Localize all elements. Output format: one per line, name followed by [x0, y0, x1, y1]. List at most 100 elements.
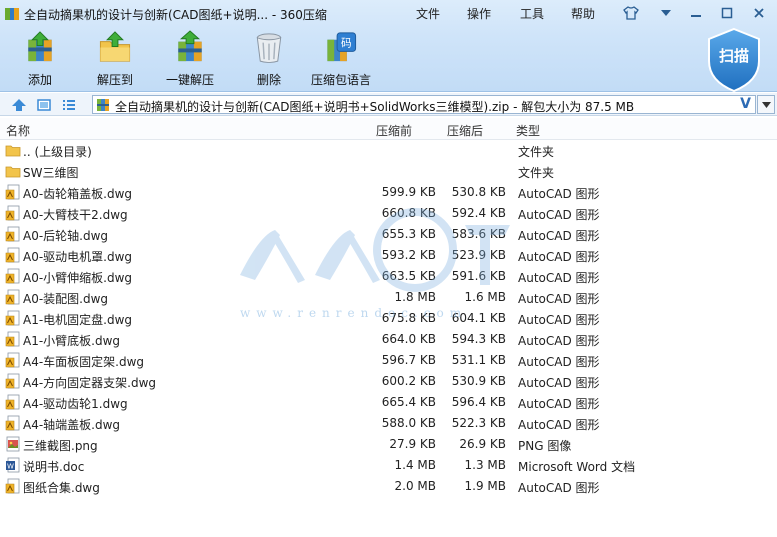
file-type: 文件夹 — [518, 166, 555, 180]
file-type: 文件夹 — [518, 145, 555, 159]
menu-file[interactable]: 文件 — [416, 5, 440, 22]
file-row[interactable]: A0-齿轮箱盖板.dwg 599.9 KB 530.8 KB AutoCAD 图形 — [0, 182, 777, 203]
doc-file-icon: W — [6, 457, 20, 473]
file-type: AutoCAD 图形 — [518, 271, 600, 285]
file-row[interactable]: .. (上级目录) 文件夹 — [0, 140, 777, 161]
scan-button[interactable]: 扫描 — [705, 27, 763, 93]
window-title: 全自动摘果机的设计与创新(CAD图纸+说明... - 360压缩 — [24, 8, 327, 22]
file-name: A4-驱动齿轮1.dwg — [23, 397, 128, 411]
svg-text:码: 码 — [341, 37, 352, 50]
file-name: A0-驱动电机罩.dwg — [23, 250, 133, 264]
file-name: 图纸合集.dwg — [23, 481, 100, 495]
path-dropdown-button[interactable] — [757, 95, 775, 114]
file-row[interactable]: A4-方向固定器支架.dwg 600.2 KB 530.9 KB AutoCAD 图形 — [0, 371, 777, 392]
menu-help[interactable]: 帮助 — [571, 5, 595, 22]
file-type: AutoCAD 图形 — [518, 187, 600, 201]
dwg-file-icon — [5, 394, 20, 410]
extract-to-button[interactable]: 解压到 — [97, 30, 133, 88]
menu-operation[interactable]: 操作 — [467, 5, 491, 22]
file-row[interactable]: A0-后轮轴.dwg 655.3 KB 583.6 KB AutoCAD 图形 — [0, 224, 777, 245]
folder-icon — [5, 166, 21, 178]
packed-size: 660.8 KB — [381, 206, 436, 220]
app-icon — [5, 8, 19, 20]
trash-icon — [256, 33, 282, 64]
add-label: 添加 — [27, 73, 52, 87]
up-arrow-icon[interactable] — [11, 97, 27, 113]
file-row[interactable]: A0-小臂伸缩板.dwg 663.5 KB 591.6 KB AutoCAD 图形 — [0, 266, 777, 287]
file-type: AutoCAD 图形 — [518, 250, 600, 264]
packed-size: 600.2 KB — [381, 374, 436, 388]
file-row[interactable]: 图纸合集.dwg 2.0 MB 1.9 MB AutoCAD 图形 — [0, 476, 777, 497]
original-size: 531.1 KB — [451, 353, 506, 367]
packed-size: 1.4 MB — [394, 458, 436, 472]
dwg-file-icon — [5, 352, 20, 368]
maximize-icon[interactable] — [714, 3, 740, 23]
one-click-extract-button[interactable]: 一键解压 — [166, 30, 214, 88]
packed-size: 665.4 KB — [381, 395, 436, 409]
packed-size: 1.8 MB — [394, 290, 436, 304]
file-name: A4-轴端盖板.dwg — [23, 418, 121, 432]
file-row[interactable]: A0-装配图.dwg 1.8 MB 1.6 MB AutoCAD 图形 — [0, 287, 777, 308]
original-size: 594.3 KB — [451, 332, 506, 346]
file-name: A0-齿轮箱盖板.dwg — [23, 187, 133, 201]
file-type: AutoCAD 图形 — [518, 208, 600, 222]
chevron-down-icon — [761, 101, 771, 108]
skin-shirt-icon[interactable] — [618, 3, 644, 23]
delete-button[interactable]: 删除 — [251, 30, 287, 88]
archive-language-button[interactable]: 码 压缩包语言 — [311, 30, 371, 88]
menu-tools[interactable]: 工具 — [520, 5, 544, 22]
extract-to-label: 解压到 — [97, 73, 134, 87]
file-row[interactable]: A1-电机固定盘.dwg 675.8 KB 604.1 KB AutoCAD 图形 — [0, 308, 777, 329]
file-list-header: 名称 压缩前 压缩后 类型 — [0, 118, 777, 140]
file-name: A4-方向固定器支架.dwg — [23, 376, 157, 390]
dwg-file-icon — [5, 373, 20, 389]
scan-label: 扫描 — [718, 47, 749, 65]
dwg-file-icon — [5, 289, 20, 305]
add-button[interactable]: 添加 — [22, 30, 58, 88]
file-row[interactable]: A4-轴端盖板.dwg 588.0 KB 522.3 KB AutoCAD 图形 — [0, 413, 777, 434]
one-click-extract-label: 一键解压 — [166, 73, 215, 87]
list-view-icon[interactable] — [61, 97, 77, 113]
file-name: 三维截图.png — [23, 439, 98, 453]
column-name[interactable]: 名称 — [6, 122, 30, 139]
file-row[interactable]: A1-小臂底板.dwg 664.0 KB 594.3 KB AutoCAD 图形 — [0, 329, 777, 350]
column-type[interactable]: 类型 — [516, 122, 540, 139]
file-type: Microsoft Word 文档 — [518, 460, 636, 474]
file-row[interactable]: A4-车面板固定架.dwg 596.7 KB 531.1 KB AutoCAD 图形 — [0, 350, 777, 371]
archive-path-field[interactable]: 全自动摘果机的设计与创新(CAD图纸+说明书+SolidWorks三维模型).z… — [92, 95, 756, 114]
original-size: 530.8 KB — [451, 185, 506, 199]
original-size: 1.6 MB — [464, 290, 506, 304]
verify-mark-icon[interactable]: V — [740, 96, 751, 112]
original-size: 1.9 MB — [464, 479, 506, 493]
original-size: 604.1 KB — [451, 311, 506, 325]
file-row[interactable]: SW三维图 文件夹 — [0, 161, 777, 182]
packed-size: 599.9 KB — [381, 185, 436, 199]
file-name: A1-电机固定盘.dwg — [23, 313, 133, 327]
file-name: A4-车面板固定架.dwg — [23, 355, 145, 369]
dwg-file-icon — [5, 310, 20, 326]
file-row[interactable]: 三维截图.png 27.9 KB 26.9 KB PNG 图像 — [0, 434, 777, 455]
dwg-file-icon — [5, 331, 20, 347]
column-packed-size[interactable]: 压缩前 — [376, 122, 412, 139]
png-file-icon — [6, 436, 20, 452]
minimize-icon[interactable] — [683, 3, 709, 23]
menu-dropdown-icon[interactable] — [653, 3, 679, 23]
address-bar: 全自动摘果机的设计与创新(CAD图纸+说明书+SolidWorks三维模型).z… — [0, 93, 777, 116]
file-row[interactable]: A4-驱动齿轮1.dwg 665.4 KB 596.4 KB AutoCAD 图形 — [0, 392, 777, 413]
file-row[interactable]: W 说明书.doc 1.4 MB 1.3 MB Microsoft Word 文档 — [0, 455, 777, 476]
column-original-size[interactable]: 压缩后 — [447, 122, 483, 139]
file-row[interactable]: A0-大臂枝干2.dwg 660.8 KB 592.4 KB AutoCAD 图形 — [0, 203, 777, 224]
original-size: 596.4 KB — [451, 395, 506, 409]
thumbnail-view-icon[interactable] — [36, 97, 52, 113]
original-size: 1.3 MB — [464, 458, 506, 472]
archive-language-label: 压缩包语言 — [311, 73, 372, 87]
file-name: A0-大臂枝干2.dwg — [23, 208, 128, 222]
file-type: AutoCAD 图形 — [518, 334, 600, 348]
archive-path-text: 全自动摘果机的设计与创新(CAD图纸+说明书+SolidWorks三维模型).z… — [115, 100, 635, 114]
packed-size: 675.8 KB — [381, 311, 436, 325]
close-icon[interactable] — [746, 3, 772, 23]
file-type: AutoCAD 图形 — [518, 376, 600, 390]
packed-size: 593.2 KB — [381, 248, 436, 262]
original-size: 530.9 KB — [451, 374, 506, 388]
file-row[interactable]: A0-驱动电机罩.dwg 593.2 KB 523.9 KB AutoCAD 图形 — [0, 245, 777, 266]
